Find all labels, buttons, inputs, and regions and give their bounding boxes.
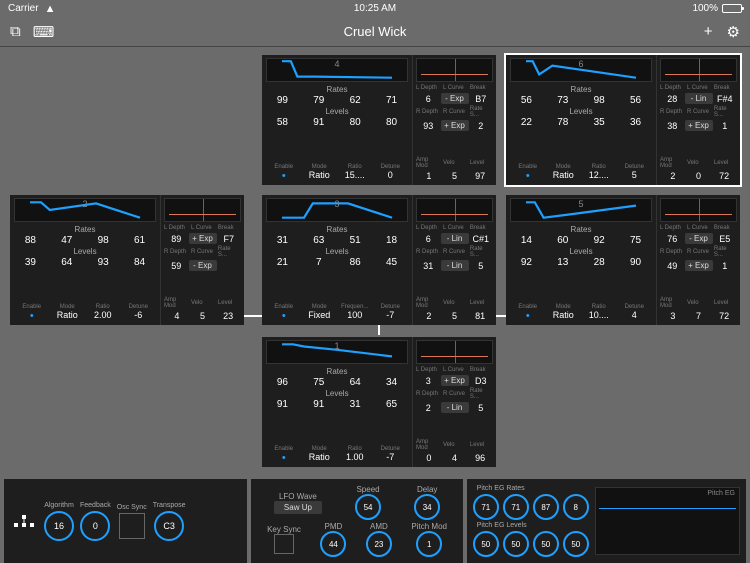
envelope-graph: 6 (510, 58, 652, 82)
gear-icon[interactable]: ⚙ (727, 23, 740, 41)
amd-knob[interactable]: 23 (366, 531, 392, 557)
oscsync-checkbox[interactable] (119, 513, 145, 539)
operator-2[interactable]: 2 Rates 88479861 Levels 39649384 Enable•… (10, 195, 244, 325)
pitch-eg-panel: Pitch EG Rates 71 71 87 8 Pitch EG Level… (467, 479, 746, 563)
operator-6[interactable]: 6 Rates 56739856 Levels 22783536 Enable•… (506, 55, 740, 185)
peg-level-knob[interactable]: 50 (473, 531, 499, 557)
transpose-knob[interactable]: C3 (154, 511, 184, 541)
peg-rate-knob[interactable]: 71 (503, 494, 529, 520)
status-bar: Carrier ▲ 10:25 AM 100% (0, 0, 750, 17)
clipboard-icon[interactable]: ⧉ (10, 23, 21, 41)
toolbar: ⧉ ⌨ Cruel Wick + ⚙ (0, 17, 750, 47)
algorithm-icon[interactable] (10, 510, 38, 532)
bottom-panel: Algorithm16 Feedback0 Osc Sync Transpose… (0, 479, 750, 563)
operator-5[interactable]: 5 Rates 14609275 Levels 92132890 Enable•… (506, 195, 740, 325)
global-panel: Algorithm16 Feedback0 Osc Sync Transpose… (4, 479, 247, 563)
delay-knob[interactable]: 34 (414, 494, 440, 520)
speed-knob[interactable]: 54 (355, 494, 381, 520)
algorithm-knob[interactable]: 16 (44, 511, 74, 541)
peg-level-knob[interactable]: 50 (563, 531, 589, 557)
operator-canvas: 4 Rates 99796271 Levels 58918080 Enable•… (0, 47, 750, 479)
operator-1[interactable]: 1 Rates 96756434 Levels 91913165 Enable•… (262, 337, 496, 467)
curve-graph (416, 58, 493, 82)
carrier-label: Carrier (8, 3, 39, 14)
lfowave-select[interactable]: Saw Up (274, 501, 322, 514)
peg-level-knob[interactable]: 50 (533, 531, 559, 557)
battery-pct: 100% (692, 3, 718, 14)
operator-3[interactable]: 3 Rates 31635118 Levels 2178645 Enable• … (262, 195, 496, 325)
wifi-icon: ▲ (45, 3, 56, 15)
pitchmod-knob[interactable]: 1 (416, 531, 442, 557)
peg-rate-knob[interactable]: 71 (473, 494, 499, 520)
enable-dot[interactable]: • (282, 170, 286, 182)
keyboard-icon[interactable]: ⌨ (33, 23, 55, 41)
peg-rate-knob[interactable]: 8 (563, 494, 589, 520)
add-icon[interactable]: + (704, 23, 713, 41)
clock: 10:25 AM (253, 3, 498, 14)
pmd-knob[interactable]: 44 (320, 531, 346, 557)
peg-rate-knob[interactable]: 87 (533, 494, 559, 520)
operator-4[interactable]: 4 Rates 99796271 Levels 58918080 Enable•… (262, 55, 496, 185)
keysync-checkbox[interactable] (274, 534, 294, 554)
battery-icon (722, 4, 742, 13)
peg-level-knob[interactable]: 50 (503, 531, 529, 557)
page-title[interactable]: Cruel Wick (90, 24, 660, 39)
envelope-graph: 4 (266, 58, 408, 82)
lfo-panel: LFO WaveSaw Up Speed54 Delay34 Key Sync … (251, 479, 462, 563)
pitch-eg-graph: Pitch EG (595, 487, 740, 555)
feedback-knob[interactable]: 0 (80, 511, 110, 541)
